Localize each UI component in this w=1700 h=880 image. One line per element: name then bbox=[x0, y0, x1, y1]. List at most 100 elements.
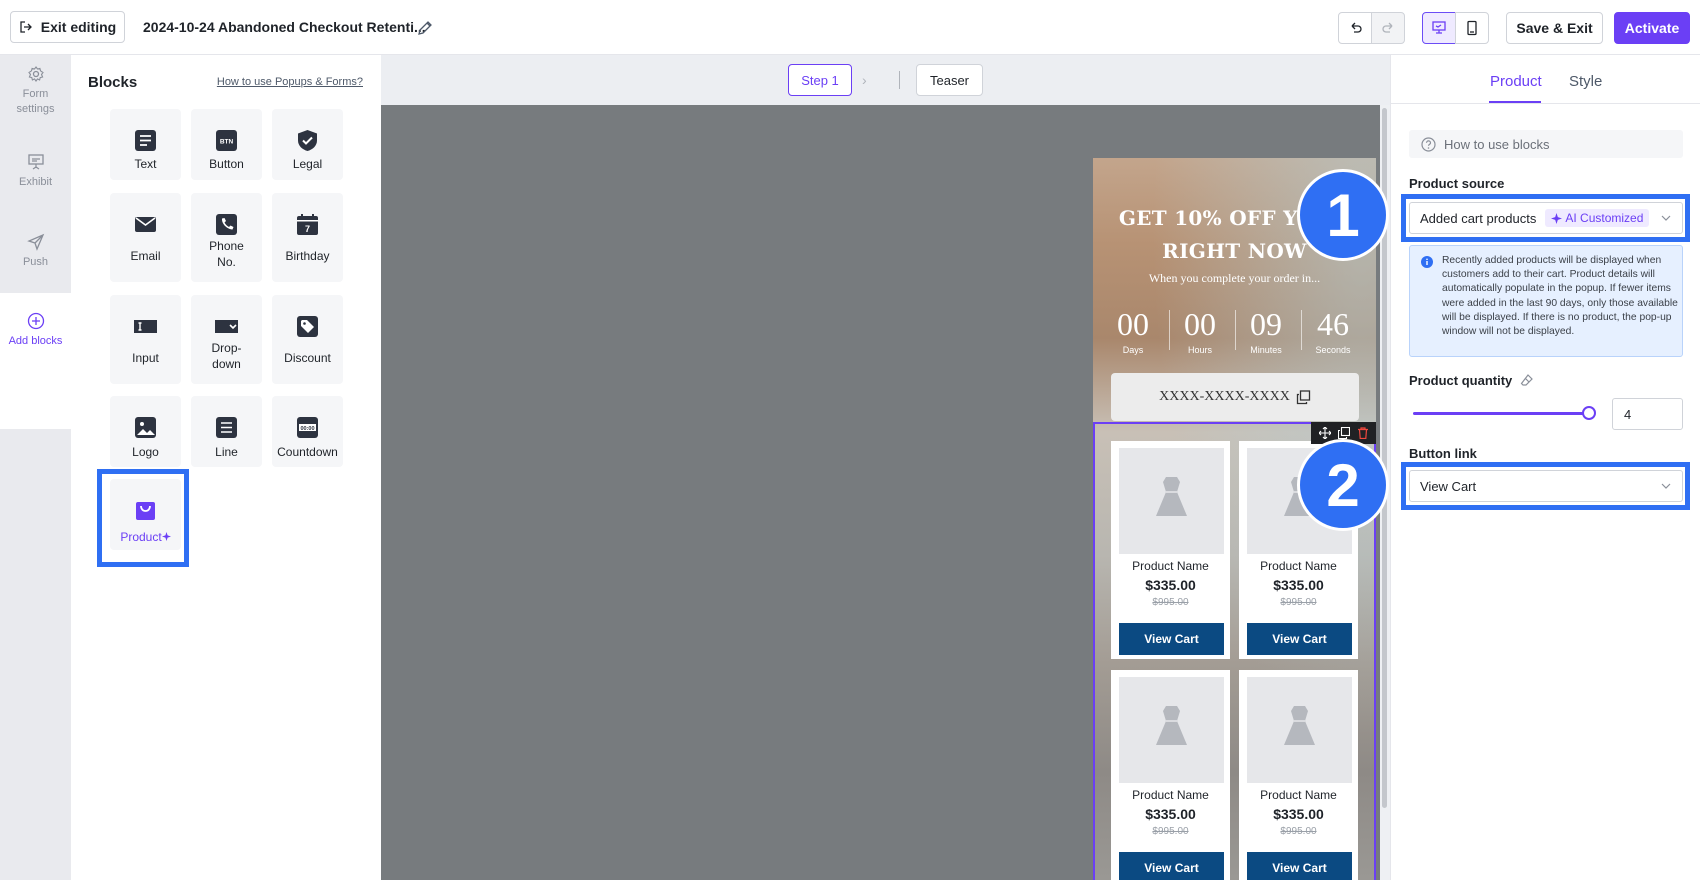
block-input-label: Input bbox=[132, 351, 159, 365]
countdown-seconds-value: 46 bbox=[1317, 306, 1349, 342]
rail-push-label: Push bbox=[22, 256, 49, 268]
block-button[interactable]: BTN Button bbox=[191, 109, 262, 180]
promo-subtitle[interactable]: When you complete your order in... bbox=[1093, 271, 1376, 286]
exit-editing-label: Exit editing bbox=[40, 19, 117, 35]
step-1-tab[interactable]: Step 1 bbox=[788, 64, 852, 96]
rail-form-settings-label-2: settings bbox=[16, 103, 55, 115]
redo-button[interactable] bbox=[1371, 12, 1405, 44]
question-icon bbox=[1421, 136, 1436, 152]
button-link-label: Button link bbox=[1409, 446, 1477, 461]
block-logo[interactable]: Logo bbox=[110, 396, 181, 467]
document-title: 2024-10-24 Abandoned Checkout Retenti... bbox=[143, 19, 426, 35]
blocks-help-link[interactable]: How to use Popups & Forms? bbox=[217, 76, 363, 88]
product-quantity-label: Product quantity bbox=[1409, 373, 1534, 388]
exit-editing-button[interactable]: Exit editing bbox=[10, 11, 125, 43]
copy-icon[interactable] bbox=[1296, 389, 1311, 405]
block-line[interactable]: Line bbox=[191, 396, 262, 467]
tab-divider bbox=[1391, 103, 1700, 104]
redo-icon bbox=[1381, 22, 1392, 33]
countdown-icon: 00:00 bbox=[297, 417, 318, 438]
info-icon bbox=[1421, 256, 1433, 268]
quantity-slider-handle[interactable] bbox=[1582, 406, 1596, 420]
mobile-icon bbox=[1467, 20, 1477, 36]
activate-button[interactable]: Activate bbox=[1614, 12, 1690, 44]
trash-icon[interactable] bbox=[1357, 427, 1369, 439]
countdown-days-value: 00 bbox=[1117, 306, 1149, 342]
block-phone[interactable]: Phone No. bbox=[191, 193, 262, 282]
move-icon[interactable] bbox=[1318, 427, 1331, 439]
presentation-icon bbox=[27, 154, 44, 170]
countdown-days-label: Days bbox=[1122, 345, 1144, 355]
annotation-marker-2: 2 bbox=[1297, 439, 1389, 531]
blocks-title: Blocks bbox=[88, 74, 138, 91]
block-dropdown-label-2: down bbox=[212, 357, 241, 371]
button-icon: BTN bbox=[216, 130, 237, 151]
envelope-icon bbox=[135, 217, 156, 232]
rail-form-settings-label-1: Form bbox=[22, 88, 49, 100]
block-email[interactable]: Email bbox=[110, 193, 181, 282]
save-exit-button[interactable]: Save & Exit bbox=[1506, 12, 1603, 44]
block-line-label: Line bbox=[215, 445, 238, 459]
countdown-separator bbox=[1301, 310, 1302, 350]
countdown-minutes-label: Minutes bbox=[1250, 345, 1282, 355]
promo-title-line-2: RIGHT NOW bbox=[1162, 239, 1307, 263]
countdown-icon-text: 00:00 bbox=[300, 426, 314, 432]
teaser-tab[interactable]: Teaser bbox=[916, 64, 983, 96]
quantity-slider-track[interactable] bbox=[1413, 412, 1589, 415]
text-icon bbox=[135, 130, 156, 151]
block-phone-label-2: No. bbox=[217, 255, 236, 269]
annotation-marker-1: 1 bbox=[1297, 169, 1389, 261]
product-source-info-text: Recently added products will be displaye… bbox=[1442, 255, 1678, 338]
tag-icon bbox=[297, 316, 318, 337]
canvas-step-bar bbox=[381, 55, 1390, 105]
block-birthday[interactable]: 7 Birthday bbox=[272, 193, 343, 282]
step-divider bbox=[899, 71, 900, 89]
rail-push[interactable]: Push bbox=[0, 233, 71, 270]
coupon-code: XXXX-XXXX-XXXX bbox=[1159, 389, 1290, 404]
dropdown-icon bbox=[215, 320, 238, 333]
button-icon-text: BTN bbox=[220, 139, 234, 146]
button-link-highlight bbox=[1401, 462, 1690, 510]
block-input[interactable]: Input bbox=[110, 295, 181, 384]
undo-button[interactable] bbox=[1338, 12, 1372, 44]
tab-style[interactable]: Style bbox=[1569, 73, 1602, 90]
desktop-preview-button[interactable] bbox=[1422, 12, 1456, 44]
top-toolbar: Exit editing 2024-10-24 Abandoned Checko… bbox=[0, 0, 1700, 55]
product-source-label: Product source bbox=[1409, 176, 1505, 191]
block-discount-label: Discount bbox=[284, 351, 331, 365]
product-quantity-label-text: Product quantity bbox=[1409, 373, 1513, 388]
shield-check-icon bbox=[298, 130, 317, 151]
duplicate-icon[interactable] bbox=[1337, 427, 1350, 439]
block-dropdown[interactable]: Drop- down bbox=[191, 295, 262, 384]
countdown-minutes-value: 09 bbox=[1250, 306, 1282, 342]
exit-icon bbox=[20, 21, 32, 33]
rail-form-settings[interactable]: Form settings bbox=[0, 65, 71, 117]
quantity-input[interactable]: 4 bbox=[1612, 398, 1683, 430]
block-discount[interactable]: Discount bbox=[272, 295, 343, 384]
block-legal-label: Legal bbox=[292, 157, 323, 171]
rail-exhibit[interactable]: Exhibit bbox=[0, 153, 71, 190]
block-text[interactable]: Text bbox=[110, 109, 181, 180]
rail-add-blocks[interactable]: Add blocks bbox=[0, 312, 71, 349]
input-icon bbox=[134, 320, 157, 333]
block-birthday-label: Birthday bbox=[285, 249, 330, 263]
block-email-label: Email bbox=[130, 249, 161, 263]
line-icon bbox=[216, 417, 237, 438]
chevron-right-icon: › bbox=[862, 72, 867, 88]
block-countdown[interactable]: 00:00 Countdown bbox=[272, 396, 343, 467]
image-icon bbox=[135, 417, 156, 438]
desktop-icon bbox=[1432, 21, 1446, 34]
block-button-label: Button bbox=[209, 157, 244, 171]
pencil-icon[interactable] bbox=[416, 19, 434, 37]
send-icon bbox=[26, 233, 44, 251]
block-text-label: Text bbox=[134, 157, 157, 171]
coupon-code-box[interactable]: XXXX-XXXX-XXXX bbox=[1111, 373, 1359, 421]
product-source-highlight bbox=[1401, 194, 1690, 242]
blocks-panel: Blocks How to use Popups & Forms? Text B… bbox=[71, 55, 381, 880]
block-legal[interactable]: Legal bbox=[272, 109, 343, 180]
mobile-preview-button[interactable] bbox=[1455, 12, 1489, 44]
gear-icon bbox=[27, 66, 44, 82]
how-to-use-blocks[interactable]: How to use blocks bbox=[1409, 130, 1683, 158]
tab-product[interactable]: Product bbox=[1490, 73, 1542, 90]
eraser-icon[interactable] bbox=[1520, 373, 1534, 387]
